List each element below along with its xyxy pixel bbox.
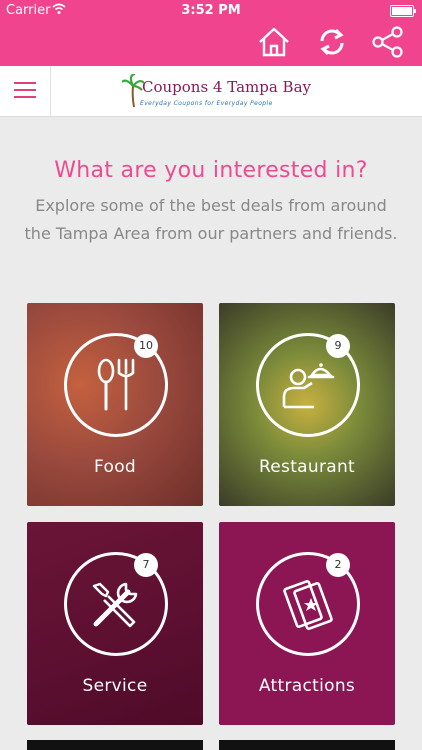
category-tile-food[interactable]: 10 Food bbox=[27, 303, 203, 506]
logo-tagline: Everyday Coupons for Everyday People bbox=[140, 100, 273, 107]
category-tile-partial[interactable] bbox=[27, 740, 203, 750]
category-tile-restaurant[interactable]: 9 Restaurant bbox=[219, 303, 395, 506]
count-badge: 2 bbox=[326, 553, 350, 577]
category-label: Food bbox=[94, 457, 136, 477]
tools-icon bbox=[92, 582, 138, 628]
waiter-icon bbox=[282, 363, 335, 409]
category-label: Service bbox=[82, 676, 148, 696]
top-bar: Carrier 3:52 PM bbox=[0, 0, 422, 66]
category-tile-partial[interactable] bbox=[219, 740, 395, 750]
share-icon[interactable] bbox=[370, 24, 406, 60]
menu-icon[interactable] bbox=[0, 66, 51, 116]
category-label: Restaurant bbox=[258, 457, 356, 477]
clock: 3:52 PM bbox=[181, 3, 241, 18]
app-logo: Coupons 4 Tampa Bay Everyday Coupons for… bbox=[122, 72, 311, 112]
home-icon[interactable] bbox=[256, 24, 292, 60]
category-tile-service[interactable]: 7 Service bbox=[27, 522, 203, 725]
fork-spoon-icon bbox=[97, 358, 135, 411]
status-bar: Carrier 3:52 PM bbox=[0, 0, 422, 22]
count-badge: 9 bbox=[326, 334, 350, 358]
category-label: Attractions bbox=[258, 676, 356, 696]
page-description: Explore some of the best deals from arou… bbox=[24, 196, 398, 243]
count-badge: 10 bbox=[134, 334, 158, 358]
page-title: What are you interested in? bbox=[54, 158, 368, 183]
app-header: Coupons 4 Tampa Bay Everyday Coupons for… bbox=[0, 66, 422, 117]
refresh-icon[interactable] bbox=[314, 24, 350, 60]
battery-icon bbox=[390, 5, 416, 17]
count-badge: 7 bbox=[134, 553, 158, 577]
tickets-icon bbox=[283, 580, 333, 630]
category-tile-attractions[interactable]: 2 Attractions bbox=[219, 522, 395, 725]
logo-text: Coupons 4 Tampa Bay bbox=[142, 78, 311, 96]
